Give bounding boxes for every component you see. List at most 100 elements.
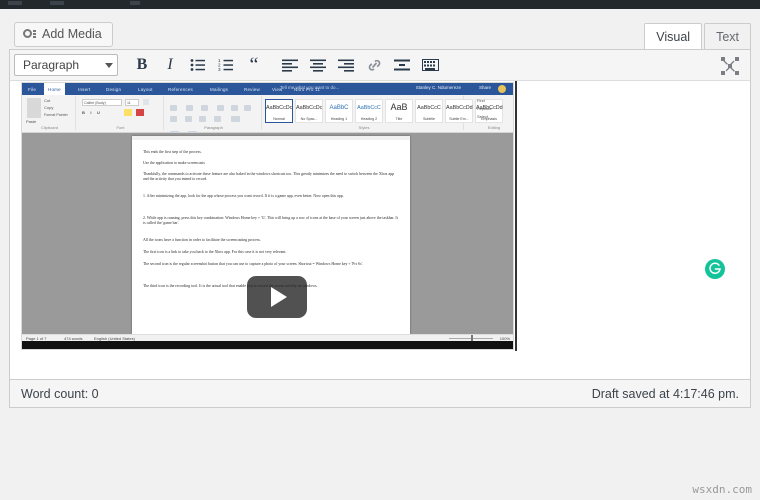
font-family-input[interactable]: Calibri (Body) — [82, 99, 122, 106]
word-group-font: Calibri (Body) 11 B I U Font — [78, 96, 164, 130]
word-zoom-thumb[interactable] — [471, 335, 473, 342]
word-status-bar: Page 1 of 7 474 words English (United St… — [22, 334, 513, 342]
grammarly-badge[interactable] — [705, 259, 725, 279]
highlight-icon[interactable] — [124, 109, 132, 116]
tab-visual[interactable]: Visual — [644, 23, 703, 49]
word-group-label-styles: Styles — [358, 125, 370, 130]
distraction-free-button[interactable] — [716, 52, 744, 80]
insert-link-button[interactable] — [360, 51, 388, 79]
bold-icon: B — [136, 56, 148, 73]
blockquote-button[interactable]: “ — [240, 51, 268, 79]
select-item[interactable]: Select — [477, 114, 488, 120]
word-language[interactable]: English (United States) — [94, 336, 135, 341]
find-item[interactable]: Find — [477, 98, 485, 104]
play-button[interactable] — [247, 276, 307, 318]
style-subtle-emphasis[interactable]: AaBbCcDd Subtle Em... — [445, 99, 473, 123]
paragraph-style-value: Paragraph — [23, 58, 80, 72]
word-group-label-font: Font — [116, 125, 125, 130]
align-center-button[interactable] — [304, 51, 332, 79]
word-group-label-editing: Editing — [487, 125, 501, 130]
bulleted-list-icon — [190, 59, 205, 71]
chevron-down-icon — [105, 62, 113, 68]
word-tab-references[interactable]: References — [164, 83, 197, 95]
word-tab-home[interactable]: Home — [44, 83, 65, 95]
admin-bar-site-menu[interactable] — [8, 1, 22, 5]
word-tab-insert[interactable]: Insert — [74, 83, 94, 95]
style-title-label: Title — [395, 117, 403, 121]
fullscreen-icon — [721, 57, 739, 75]
word-user-label[interactable]: Stanley C. Ndumereze — [416, 85, 461, 90]
style-no-spacing-label: No Spac... — [300, 117, 318, 121]
style-normal-label: Normal — [273, 117, 285, 121]
cut-item[interactable]: Cut — [44, 98, 50, 104]
add-media-button[interactable]: Add Media — [14, 22, 113, 47]
word-group-clipboard: Paste Cut Copy Format Painter Clipboard — [24, 96, 76, 130]
admin-bar-comments[interactable] — [50, 1, 64, 5]
align-center-icon — [310, 59, 326, 72]
word-share-button[interactable]: Share — [479, 85, 491, 90]
style-no-spacing-preview: AaBbCcDc — [296, 105, 323, 111]
doc-paragraph-4: 1. After minimizing the app, look for th… — [143, 194, 344, 198]
word-tab-file[interactable]: File — [24, 83, 40, 95]
word-tab-design[interactable]: Design — [102, 83, 125, 95]
word-ribbon: Paste Cut Copy Format Painter Clipboard … — [22, 95, 513, 137]
style-heading-2-label: Heading 2 — [360, 117, 378, 121]
word-ribbon-tabbar: File Home Insert Design Layout Reference… — [22, 83, 513, 95]
align-left-button[interactable] — [276, 51, 304, 79]
replace-item[interactable]: Replace — [477, 106, 492, 112]
style-normal[interactable]: AaBbCcDc Normal — [265, 99, 293, 123]
read-more-button[interactable] — [388, 51, 416, 79]
bold-button[interactable]: B — [128, 51, 156, 79]
font-size-value: 11 — [127, 101, 131, 105]
align-right-icon — [338, 59, 354, 72]
draft-saved-label: Draft saved at 4:17:46 pm. — [591, 386, 739, 401]
link-icon — [368, 59, 380, 71]
style-title[interactable]: AaB Title — [385, 99, 413, 123]
tab-text[interactable]: Text — [704, 23, 751, 49]
paste-icon[interactable] — [27, 98, 41, 118]
align-right-button[interactable] — [332, 51, 360, 79]
style-subtitle[interactable]: AaBbCcC Subtitle — [415, 99, 443, 123]
style-heading-2[interactable]: AaBbCcC Heading 2 — [355, 99, 383, 123]
font-size-input[interactable]: 11 — [125, 99, 139, 106]
italic-button[interactable]: I — [156, 51, 184, 79]
doc-paragraph-8: The second icon is the regular screensho… — [143, 262, 364, 266]
style-subtle-emphasis-label: Subtle Em... — [449, 117, 469, 121]
numbered-list-button[interactable]: 1 2 3 — [212, 51, 240, 79]
style-heading-1-label: Heading 1 — [330, 117, 348, 121]
font-style-row[interactable]: B I U — [82, 110, 102, 116]
format-painter-item[interactable]: Format Painter — [44, 112, 68, 118]
word-zoom-level[interactable]: 100% — [500, 336, 510, 341]
clear-formatting-icon[interactable] — [143, 99, 149, 105]
word-word-count[interactable]: 474 words — [64, 336, 82, 341]
post-editor: Add Media Visual Text Paragraph B I 1 2 … — [9, 14, 751, 408]
word-ruler — [132, 136, 410, 140]
bulleted-list-button[interactable] — [184, 51, 212, 79]
font-color-icon[interactable] — [136, 109, 144, 116]
editor-content-area[interactable]: File Home Insert Design Layout Reference… — [9, 81, 751, 380]
doc-paragraph-5: 2. While app is running, press this key … — [143, 216, 398, 226]
word-page-indicator[interactable]: Page 1 of 7 — [26, 336, 46, 341]
admin-bar-new[interactable] — [130, 1, 140, 5]
read-more-icon — [394, 59, 410, 70]
doc-paragraph-3: Thankfully, the commands to activate the… — [143, 172, 395, 182]
style-heading-1[interactable]: AaBbC Heading 1 — [325, 99, 353, 123]
add-media-label: Add Media — [42, 27, 102, 42]
blockquote-icon: “ — [249, 54, 259, 76]
editor-status-bar: Word count: 0 Draft saved at 4:17:46 pm. — [9, 380, 751, 408]
word-tab-review[interactable]: Review — [240, 83, 264, 95]
word-avatar — [498, 85, 506, 93]
wp-admin-bar[interactable] — [0, 0, 760, 9]
word-tell-me-input[interactable]: Tell me what you want to do... — [280, 85, 339, 90]
editor-toolbar: Paragraph B I 1 2 3 “ — [9, 49, 751, 81]
word-tab-layout[interactable]: Layout — [134, 83, 157, 95]
embed-resize-handle[interactable] — [515, 81, 517, 351]
copy-item[interactable]: Copy — [44, 105, 53, 111]
doc-paragraph-2: Use the application to make screencasts — [143, 161, 205, 165]
toolbar-toggle-button[interactable] — [416, 51, 444, 79]
grammarly-icon — [709, 262, 721, 275]
style-no-spacing[interactable]: AaBbCcDc No Spac... — [295, 99, 323, 123]
word-tab-mailings[interactable]: Mailings — [206, 83, 232, 95]
paragraph-style-select[interactable]: Paragraph — [14, 54, 118, 76]
style-heading-2-preview: AaBbCcC — [357, 105, 381, 111]
